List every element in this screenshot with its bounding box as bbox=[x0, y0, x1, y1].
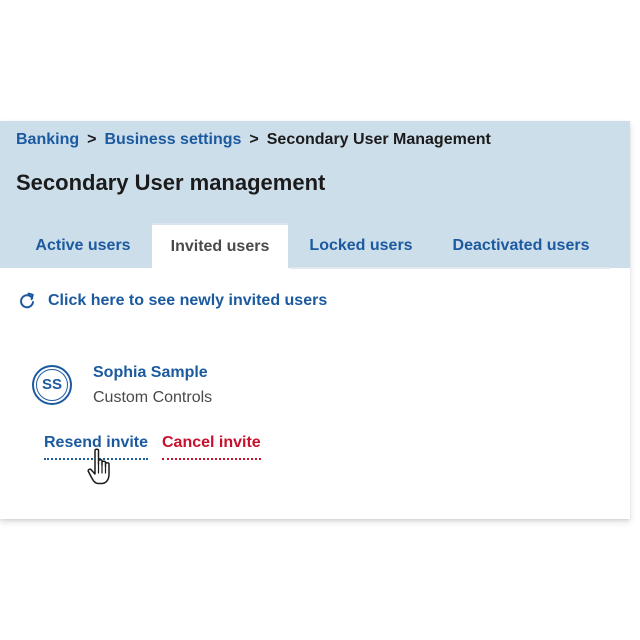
page-header: Banking > Business settings > Secondary User… bbox=[0, 121, 630, 270]
tab-invited-users[interactable]: Invited users bbox=[152, 223, 288, 270]
refresh-icon bbox=[18, 292, 36, 310]
avatar: SS bbox=[32, 365, 72, 405]
newly-invited-users-link[interactable]: Click here to see newly invited users bbox=[48, 292, 327, 310]
user-name[interactable]: Sophia Sample bbox=[93, 364, 208, 382]
page-title: Secondary User management bbox=[16, 170, 326, 195]
tab-divider bbox=[290, 267, 610, 269]
avatar-initials: SS bbox=[36, 369, 68, 401]
tab-locked-users[interactable]: Locked users bbox=[296, 223, 426, 268]
breadcrumb: Banking > Business settings > Secondary User… bbox=[16, 130, 491, 150]
breadcrumb-banking-link[interactable]: Banking bbox=[16, 131, 79, 148]
user-role: Custom Controls bbox=[93, 389, 213, 406]
tab-deactivated-users[interactable]: Deactivated users bbox=[440, 223, 602, 268]
tab-bar: Active users Invited users Locked users … bbox=[0, 223, 630, 270]
cancel-invite-link[interactable]: Cancel invite bbox=[162, 433, 261, 460]
breadcrumb-business-settings-link[interactable]: Business settings bbox=[104, 131, 241, 148]
hand-pointer-icon bbox=[86, 447, 116, 487]
breadcrumb-separator: > bbox=[249, 131, 259, 148]
breadcrumb-current: Secondary User Management bbox=[266, 131, 491, 148]
breadcrumb-separator: > bbox=[87, 131, 97, 148]
tab-active-users[interactable]: Active users bbox=[16, 223, 150, 268]
refresh-row[interactable]: Click here to see newly invited users bbox=[18, 291, 327, 311]
